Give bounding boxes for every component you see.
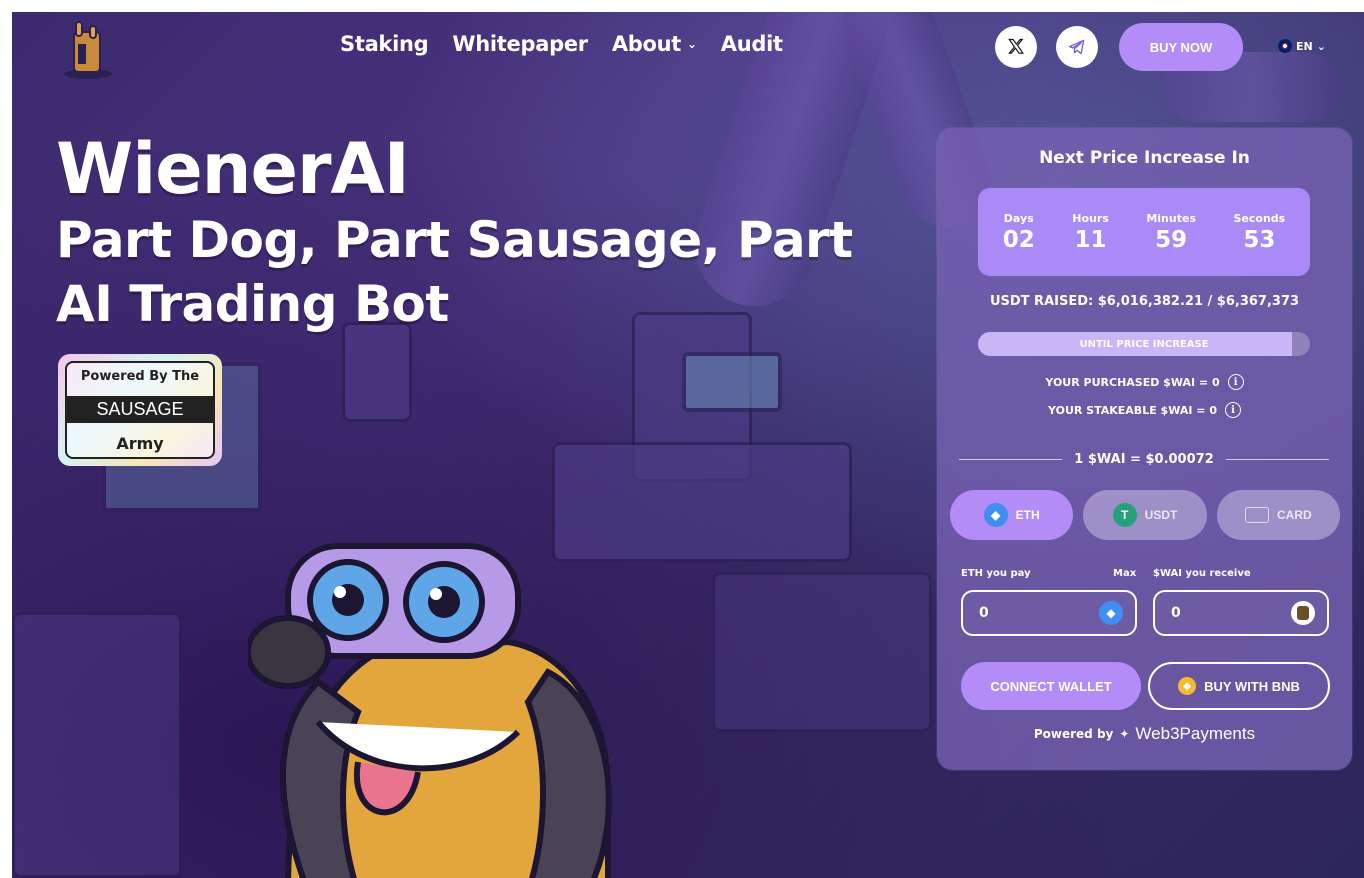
pay-tab-usdt[interactable]: T USDT <box>1083 490 1207 540</box>
raise-progress-bar: UNTIL PRICE INCREASE <box>978 332 1310 356</box>
countdown-hours: Hours 11 <box>1072 212 1109 253</box>
countdown-label: Hours <box>1072 211 1109 225</box>
nav-label: Staking <box>340 32 429 56</box>
pay-tab-eth[interactable]: ◆ ETH <box>950 490 1074 540</box>
nav-staking[interactable]: Staking <box>340 32 429 56</box>
eth-pay-field[interactable]: ◆ <box>961 590 1137 636</box>
tether-icon: T <box>1112 503 1137 527</box>
rate-text: 1 $WAI = $0.00072 <box>1074 452 1214 467</box>
purchased-text: YOUR PURCHASED $WAI = 0 <box>1045 375 1220 389</box>
purchased-line: YOUR PURCHASED $WAI = 0 i <box>937 374 1352 390</box>
pay-tab-card[interactable]: CARD <box>1216 490 1340 540</box>
powered-brand: Web3Payments <box>1135 724 1256 743</box>
nav-label: Audit <box>720 32 783 56</box>
usdt-raised: USDT RAISED: $6,016,382.21 / $6,367,373 <box>989 294 1300 309</box>
bg-panel <box>712 572 932 732</box>
divider <box>1225 459 1330 460</box>
countdown-timer: Days 02 Hours 11 Minutes 59 Seconds 53 <box>978 188 1310 276</box>
info-icon[interactable]: i <box>1224 402 1241 418</box>
hero-title: WienerAI <box>56 128 410 210</box>
payment-method-tabs: ◆ ETH T USDT CARD <box>950 490 1340 540</box>
bnb-icon: ◆ <box>1178 677 1197 695</box>
countdown-value: 59 <box>1155 226 1188 253</box>
uk-flag-icon <box>1278 39 1292 53</box>
nav-audit[interactable]: Audit <box>721 32 783 56</box>
powered-prefix: Powered by <box>1033 727 1114 741</box>
price-rate: 1 $WAI = $0.00072 <box>959 452 1330 467</box>
wienerai-logo-icon[interactable] <box>60 18 116 80</box>
bg-panel <box>342 322 412 422</box>
badge-middle-text: SAUSAGE <box>67 395 213 423</box>
chevron-down-icon: ⌄ <box>687 37 697 51</box>
nav-label: About <box>611 32 682 56</box>
telegram-icon <box>1068 39 1085 55</box>
wiener-dog-mascot <box>248 543 612 878</box>
wai-receive-input[interactable] <box>1171 605 1271 621</box>
countdown-label: Minutes <box>1146 211 1196 225</box>
pay-tab-label: CARD <box>1276 508 1312 522</box>
bg-panel <box>12 612 182 878</box>
connect-wallet-button[interactable]: CONNECT WALLET <box>961 662 1141 710</box>
eth-pay-input[interactable] <box>979 605 1079 621</box>
nav-whitepaper[interactable]: Whitepaper <box>452 32 588 56</box>
countdown-value: 53 <box>1243 226 1276 253</box>
stakeable-text: YOUR STAKEABLE $WAI = 0 <box>1048 403 1217 417</box>
nav-label: Whitepaper <box>452 32 588 56</box>
receive-field-label: $WAI you receive <box>1153 568 1251 579</box>
nav-about[interactable]: About ⌄ <box>612 32 697 56</box>
countdown-seconds: Seconds 53 <box>1234 212 1286 253</box>
wienerai-token-icon <box>1291 601 1315 625</box>
x-twitter-link[interactable] <box>995 26 1037 68</box>
telegram-link[interactable] <box>1056 26 1098 68</box>
presale-widget: Next Price Increase In Days 02 Hours 11 … <box>937 128 1352 770</box>
countdown-minutes: Minutes 59 <box>1146 212 1196 253</box>
divider <box>959 459 1063 460</box>
main-nav: Staking Whitepaper About ⌄ Audit <box>340 32 783 56</box>
pay-field-label: ETH you pay <box>961 568 1031 579</box>
ethereum-icon: ◆ <box>983 503 1008 527</box>
info-icon[interactable]: i <box>1227 374 1244 390</box>
language-label: EN <box>1296 39 1313 53</box>
stakeable-line: YOUR STAKEABLE $WAI = 0 i <box>937 402 1352 418</box>
countdown-days: Days 02 <box>1003 212 1035 253</box>
countdown-value: 02 <box>1002 226 1035 253</box>
buy-now-button[interactable]: BUY NOW <box>1119 23 1243 71</box>
countdown-value: 11 <box>1074 226 1107 253</box>
pay-tab-label: USDT <box>1144 508 1178 522</box>
card-icon <box>1244 507 1269 523</box>
chevron-down-icon: ⌄ <box>1316 39 1326 53</box>
sausage-army-badge: Powered By The SAUSAGE Army <box>58 354 222 466</box>
badge-top-text: Powered By The <box>80 369 200 384</box>
web3payments-logo-icon: ✦ <box>1119 727 1130 741</box>
pay-tab-label: ETH <box>1015 508 1040 522</box>
progress-label: UNTIL PRICE INCREASE <box>1079 338 1209 350</box>
countdown-label: Days <box>1003 211 1034 225</box>
badge-frame: Powered By The SAUSAGE Army <box>65 361 215 459</box>
ethereum-icon: ◆ <box>1099 601 1123 625</box>
hero-subtitle: Part Dog, Part Sausage, Part AI Trading … <box>56 211 853 333</box>
buy-with-bnb-button[interactable]: ◆ BUY WITH BNB <box>1148 662 1330 710</box>
language-selector[interactable]: EN ⌄ <box>1278 39 1326 53</box>
powered-by: Powered by ✦ Web3Payments <box>937 724 1352 744</box>
wai-receive-field[interactable] <box>1153 590 1329 636</box>
page-background: Staking Whitepaper About ⌄ Audit BUY NOW … <box>12 12 1364 878</box>
max-button[interactable]: Max <box>1113 568 1136 579</box>
countdown-label: Seconds <box>1233 211 1286 225</box>
bnb-button-label: BUY WITH BNB <box>1204 678 1300 694</box>
bg-screen <box>682 352 782 412</box>
widget-title: Next Price Increase In <box>1039 148 1250 168</box>
badge-bottom-text: Army <box>116 434 164 453</box>
x-logo-icon <box>1008 38 1024 54</box>
